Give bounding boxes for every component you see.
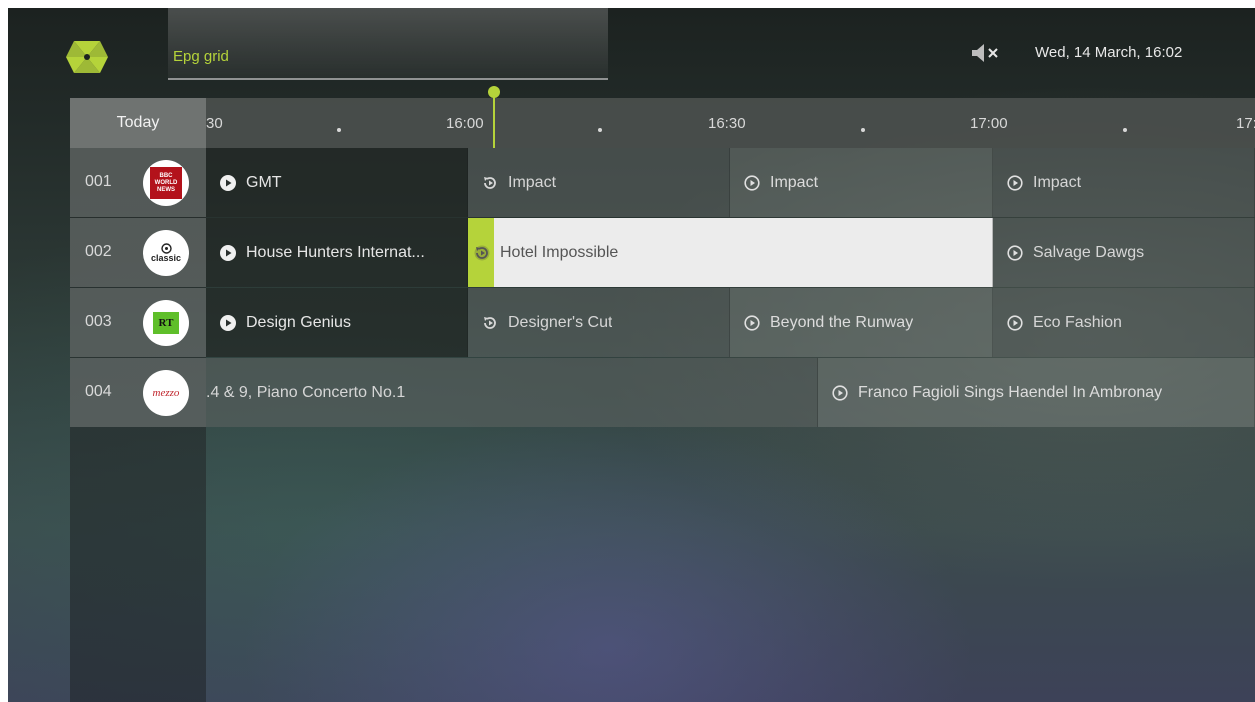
program-cell[interactable]: Design Genius xyxy=(206,288,468,357)
logo-text: BBC xyxy=(159,172,173,179)
program-cell[interactable]: Designer's Cut xyxy=(468,288,730,357)
tick-dot xyxy=(598,128,602,132)
time-tick: 16:30 xyxy=(708,115,746,132)
time-tick: 16:00 xyxy=(446,115,484,132)
program-title: Salvage Dawgs xyxy=(1033,243,1145,261)
logo-text: NEWS xyxy=(157,186,175,193)
channel-number: 002 xyxy=(85,243,112,260)
channel-cell[interactable]: 004 mezzo xyxy=(70,358,206,427)
tick-dot xyxy=(1123,128,1127,132)
program-cell[interactable]: House Hunters Internat... xyxy=(206,218,468,287)
channel-logo-classic: classic xyxy=(143,230,189,276)
program-title: Impact xyxy=(770,173,819,191)
channel-logo-mezzo: mezzo xyxy=(143,370,189,416)
channel-cell[interactable]: 003 RT xyxy=(70,288,206,357)
time-ruler: 30 16:00 16:30 17:00 17: xyxy=(206,98,1255,148)
program-cell[interactable]: Impact xyxy=(730,148,993,217)
tick-dot xyxy=(337,128,341,132)
channel-logo-rt: RT xyxy=(143,300,189,346)
program-title: GMT xyxy=(246,173,282,191)
program-title: Hotel Impossible xyxy=(500,243,619,261)
program-cell[interactable]: Impact xyxy=(468,148,730,217)
logo-text: classic xyxy=(150,253,182,263)
epg-screen: Epg grid Wed, 14 March, 16:02 Today 30 1… xyxy=(8,8,1255,702)
channel-row: 003 RT Design Genius Designer's Cut Beyo… xyxy=(70,288,1255,358)
time-tick: 30 xyxy=(206,115,223,132)
logo-text: RT xyxy=(158,317,174,329)
channel-number: 001 xyxy=(85,173,112,190)
program-title: .4 & 9, Piano Concerto No.1 xyxy=(206,383,406,401)
now-indicator-dot xyxy=(488,86,500,98)
header-highlight xyxy=(168,8,608,80)
app-logo-icon xyxy=(66,41,108,73)
program-title: Designer's Cut xyxy=(508,313,613,331)
program-cell[interactable]: Salvage Dawgs xyxy=(993,218,1255,287)
program-title: Franco Fagioli Sings Haendel In Ambronay xyxy=(858,383,1163,401)
time-tick: 17: xyxy=(1236,115,1255,132)
play-circle-icon xyxy=(744,314,760,331)
play-circle-icon xyxy=(1007,174,1023,191)
page-title: Epg grid xyxy=(173,48,229,65)
date-time: Wed, 14 March, 16:02 xyxy=(1035,44,1183,61)
channel-number: 003 xyxy=(85,313,112,330)
program-cell[interactable]: Beyond the Runway xyxy=(730,288,993,357)
program-title: Impact xyxy=(508,173,557,191)
restart-icon xyxy=(484,176,496,189)
program-title: Beyond the Runway xyxy=(770,313,914,331)
now-indicator-line xyxy=(493,92,495,148)
program-title: Impact xyxy=(1033,173,1082,191)
program-cell[interactable]: Impact xyxy=(993,148,1255,217)
restart-icon xyxy=(474,245,490,260)
channel-row: 001 BBC WORLD NEWS GMT Impact Impact Imp… xyxy=(70,148,1255,218)
play-circle-icon xyxy=(832,384,848,401)
tick-dot xyxy=(861,128,865,132)
day-selector[interactable]: Today xyxy=(70,98,206,148)
channel-row: 004 mezzo .4 & 9, Piano Concerto No.1 Fr… xyxy=(70,358,1255,428)
play-circle-icon xyxy=(1007,244,1023,261)
restart-icon xyxy=(484,316,496,329)
program-cell[interactable]: .4 & 9, Piano Concerto No.1 xyxy=(206,358,818,427)
channel-row: 002 classic House Hunters Internat... Ho… xyxy=(70,218,1255,288)
play-icon xyxy=(220,314,236,331)
program-title: Eco Fashion xyxy=(1033,313,1122,331)
program-cell[interactable]: Franco Fagioli Sings Haendel In Ambronay xyxy=(818,358,1255,427)
play-circle-icon xyxy=(744,174,760,191)
program-cell[interactable]: GMT xyxy=(206,148,468,217)
play-icon xyxy=(220,244,236,261)
channel-cell[interactable]: 001 BBC WORLD NEWS xyxy=(70,148,206,217)
program-cell-focused[interactable]: Hotel Impossible xyxy=(468,218,993,287)
program-title: Design Genius xyxy=(246,313,351,331)
logo-text: WORLD xyxy=(154,179,178,186)
channel-cell[interactable]: 002 classic xyxy=(70,218,206,287)
program-title: House Hunters Internat... xyxy=(246,243,425,261)
program-cell[interactable]: Eco Fashion xyxy=(993,288,1255,357)
time-tick: 17:00 xyxy=(970,115,1008,132)
logo-text: mezzo xyxy=(152,387,180,399)
channel-logo-bbc: BBC WORLD NEWS xyxy=(143,160,189,206)
mute-icon[interactable] xyxy=(971,43,1001,63)
play-icon xyxy=(220,174,236,191)
play-circle-icon xyxy=(1007,314,1023,331)
channel-number: 004 xyxy=(85,383,112,400)
